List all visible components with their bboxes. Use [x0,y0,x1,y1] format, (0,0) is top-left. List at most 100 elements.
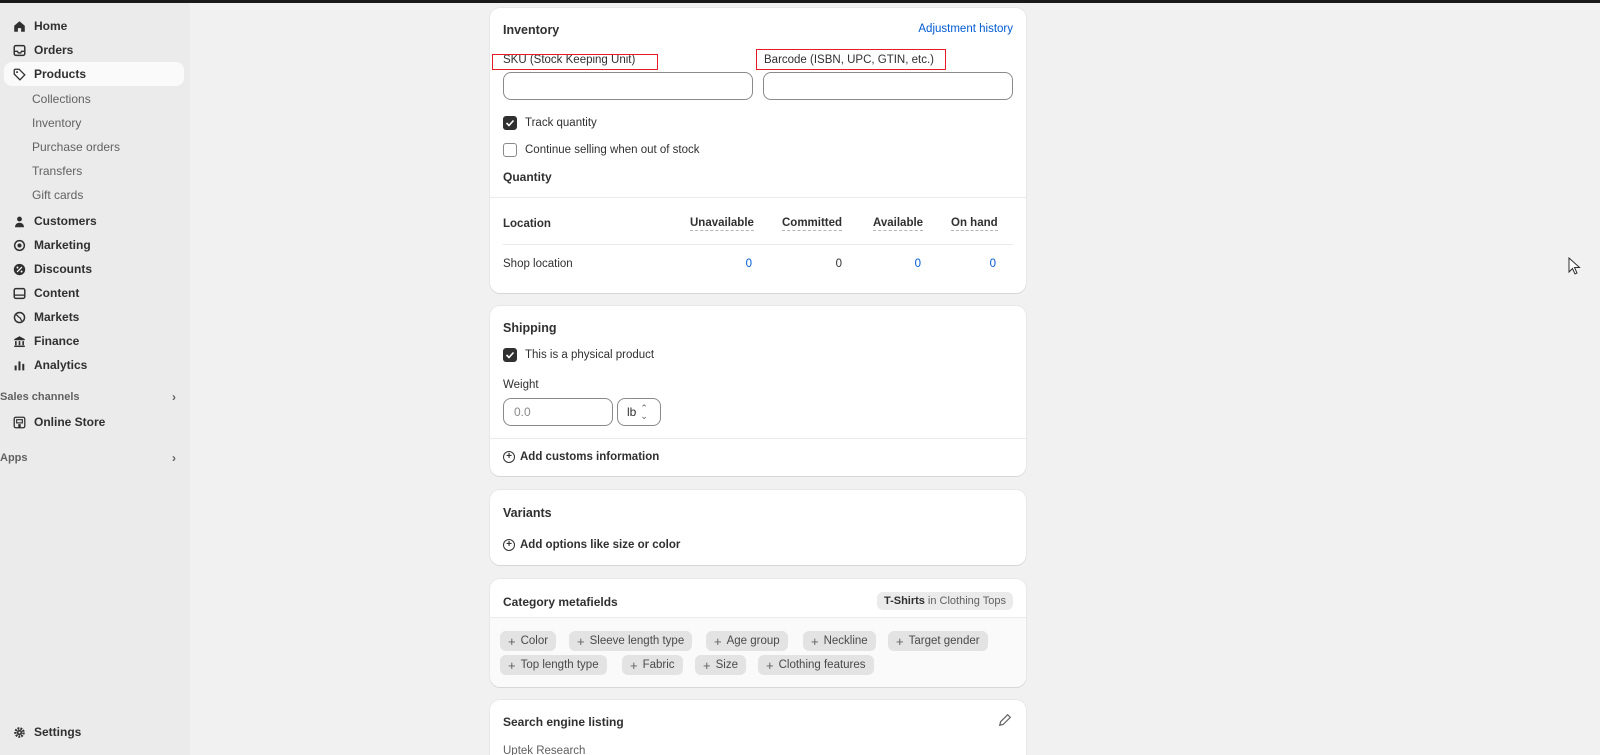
sidebar: Home Orders Products Collections Invento… [0,3,190,755]
column-header-committed[interactable]: Committed [782,217,843,231]
sidebar-item-content[interactable]: Content [4,281,184,305]
plus-circle-icon: + [503,451,515,463]
apps-header[interactable]: Apps › [0,448,184,468]
sidebar-item-analytics[interactable]: Analytics [4,353,184,377]
chip-label: Color [520,635,549,647]
sidebar-item-home[interactable]: Home [4,14,184,38]
plus-icon: + [577,633,585,649]
barcode-highlight-box [756,49,946,70]
sidebar-item-online-store[interactable]: Online Store [4,410,184,434]
weight-unit-select[interactable]: lb ⌃ ⌄ [617,398,661,426]
plus-icon: + [703,657,711,673]
physical-product-label: This is a physical product [525,349,655,361]
seo-store-name: Uptek Research [503,745,586,755]
add-options-button[interactable]: + Add options like size or color [503,539,680,551]
chip-label: Sleeve length type [589,635,685,647]
sidebar-subitem-purchase-orders[interactable]: Purchase orders [4,136,184,158]
plus-icon: + [766,657,774,673]
weight-unit-value: lb [627,405,637,419]
discount-icon [12,262,26,276]
metafield-chip-fabric[interactable]: + Fabric [622,655,683,675]
metafield-chip-target-gender[interactable]: + Target gender [888,631,988,651]
sidebar-subitem-gift-cards[interactable]: Gift cards [4,184,184,206]
quantity-title: Quantity [503,170,552,184]
sidebar-item-label: Discounts [34,262,93,276]
unavailable-value[interactable]: 0 [690,258,752,270]
weight-label: Weight [503,379,539,391]
category-metafields-title: Category metafields [503,595,618,609]
metafield-chip-color[interactable]: + Color [500,631,557,651]
sidebar-subitem-transfers[interactable]: Transfers [4,160,184,182]
category-badge-name: T-Shirts [883,595,925,607]
sidebar-item-label: Customers [34,214,97,228]
category-badge-parent: in Clothing Tops [927,595,1006,607]
top-bar [0,0,1600,3]
committed-value: 0 [835,258,842,270]
store-icon [12,415,26,429]
sidebar-subitem-inventory[interactable]: Inventory [4,112,184,134]
sidebar-item-discounts[interactable]: Discounts [4,257,184,281]
sidebar-item-orders[interactable]: Orders [4,38,184,62]
available-value[interactable]: 0 [873,258,921,270]
chip-label: Top length type [520,659,599,671]
chip-label: Neckline [823,635,868,647]
metafields-divider [490,617,1026,618]
edit-pencil-icon[interactable] [998,713,1012,727]
variants-title: Variants [503,506,552,520]
bank-icon [12,334,26,348]
sales-channels-header[interactable]: Sales channels › [0,387,184,407]
inventory-title: Inventory [503,23,560,37]
sidebar-item-finance[interactable]: Finance [4,329,184,353]
shipping-title: Shipping [503,321,557,335]
sidebar-item-label: Orders [34,43,74,57]
metafield-chip-neckline[interactable]: + Neckline [803,631,876,651]
variants-card: Variants + Add options like size or colo… [490,490,1026,565]
sku-highlight-box [492,54,658,70]
track-quantity-label: Track quantity [525,117,597,129]
weight-input[interactable] [503,398,613,426]
track-quantity-checkbox[interactable] [503,116,517,130]
shipping-card: Shipping This is a physical product Weig… [490,306,1026,476]
sidebar-item-label: Products [34,67,87,81]
sidebar-subitem-collections[interactable]: Collections [4,88,184,110]
sidebar-item-settings[interactable]: Settings [4,720,184,744]
select-arrows-icon: ⌃ ⌄ [640,403,648,421]
barcode-input[interactable] [763,72,1013,100]
sidebar-item-label: Home [34,19,68,33]
column-header-available[interactable]: Available [873,217,924,231]
adjustment-history-link[interactable]: Adjustment history [918,23,1013,35]
on-hand-value[interactable]: 0 [951,258,996,270]
column-header-on-hand[interactable]: On hand [951,217,998,231]
bar-chart-icon [12,358,26,372]
sidebar-item-label: Marketing [34,238,91,252]
target-icon [12,238,26,252]
column-header-unavailable[interactable]: Unavailable [690,217,754,231]
metafield-chip-top-length-type[interactable]: + Top length type [500,655,607,675]
physical-product-checkbox[interactable] [503,348,517,362]
plus-icon: + [714,633,722,649]
sidebar-item-customers[interactable]: Customers [4,209,184,233]
metafield-chip-age-group[interactable]: + Age group [706,631,788,651]
category-badge[interactable]: T-Shirts in Clothing Tops [876,592,1013,610]
sidebar-item-label: Content [34,286,80,300]
chip-label: Clothing features [778,659,866,671]
add-customs-button[interactable]: + Add customs information [503,451,659,463]
image-icon [12,286,26,300]
sidebar-item-products[interactable]: Products [4,62,184,86]
gear-icon [12,725,26,739]
sidebar-item-markets[interactable]: Markets [4,305,184,329]
metafield-chip-size[interactable]: + Size [695,655,746,675]
add-customs-label: Add customs information [520,451,660,463]
home-icon [12,19,26,33]
metafield-chip-sleeve-length-type[interactable]: + Sleeve length type [569,631,693,651]
location-name: Shop location [503,258,573,270]
apps-label: Apps [0,452,28,464]
sku-input[interactable] [503,72,753,100]
tag-icon [12,67,26,81]
sidebar-item-marketing[interactable]: Marketing [4,233,184,257]
inventory-card: Inventory Adjustment history SKU (Stock … [490,8,1026,293]
continue-selling-checkbox[interactable] [503,143,517,157]
quantity-divider [490,197,1026,198]
metafield-chip-clothing-features[interactable]: + Clothing features [758,655,874,675]
chevron-right-icon: › [172,451,176,465]
